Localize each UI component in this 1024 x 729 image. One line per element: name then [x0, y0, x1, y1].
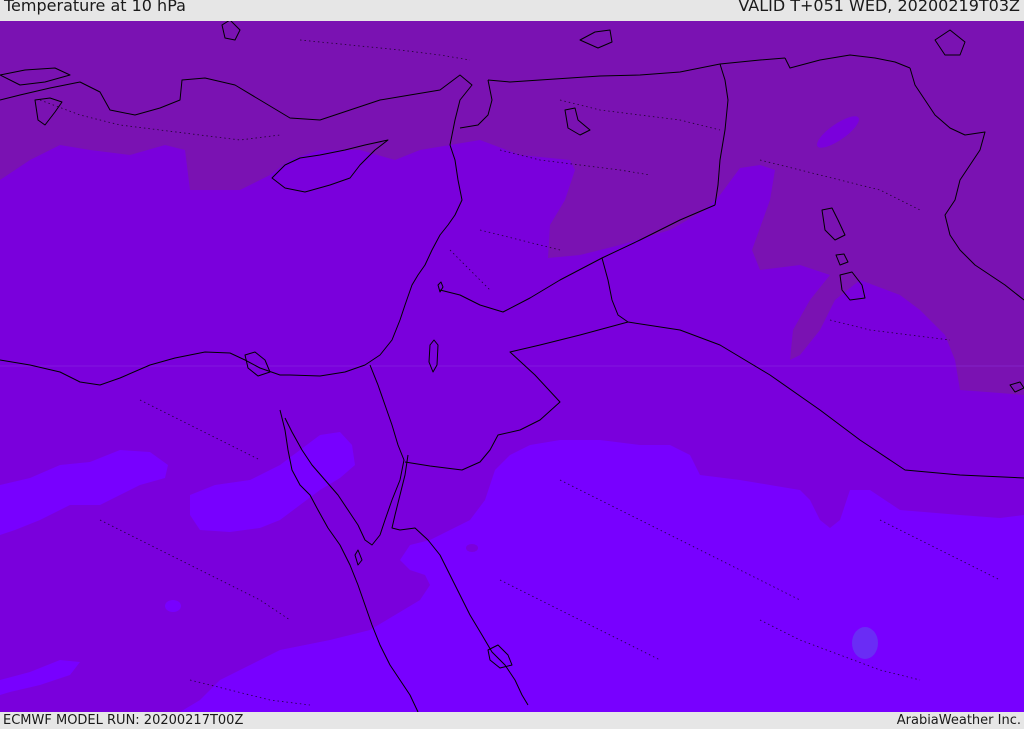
model-run-label: ECMWF MODEL RUN: 20200217T00Z: [3, 713, 244, 728]
footer-bar: ECMWF MODEL RUN: 20200217T00Z ArabiaWeat…: [0, 712, 1024, 729]
header-bar: Temperature at 10 hPa VALID T+051 WED, 2…: [0, 0, 1024, 21]
credit-label: ArabiaWeather Inc.: [896, 713, 1021, 728]
temperature-spot-south: [852, 627, 878, 659]
weather-map-page: Temperature at 10 hPa VALID T+051 WED, 2…: [0, 0, 1024, 729]
temperature-map[interactable]: [0, 21, 1024, 712]
map-title: Temperature at 10 hPa: [4, 0, 186, 15]
temperature-spot-mediterranean: [165, 600, 181, 612]
valid-time-label: VALID T+051 WED, 20200219T03Z: [738, 0, 1020, 15]
temperature-spot-egypt: [466, 544, 478, 552]
